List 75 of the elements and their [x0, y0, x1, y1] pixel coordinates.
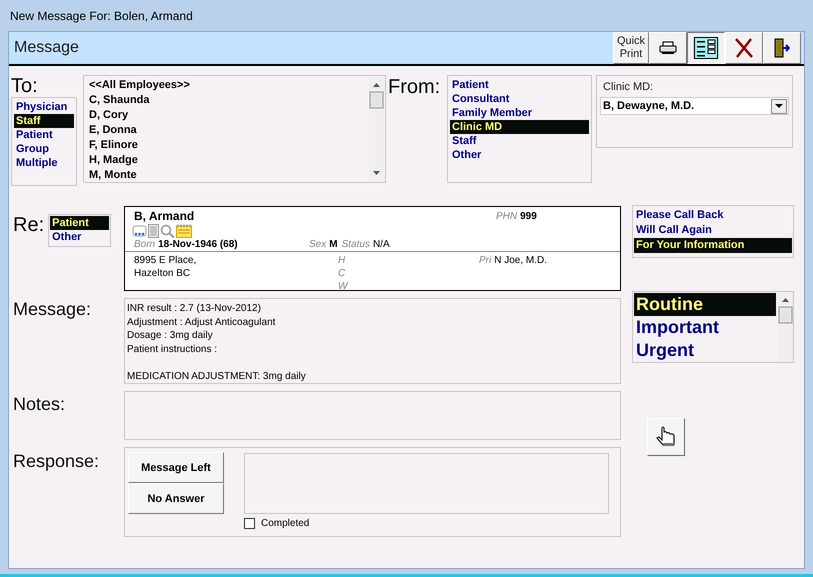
to-label: To:	[11, 75, 39, 97]
list-item[interactable]: Patient	[14, 128, 74, 142]
patient-name: B, Armand	[134, 209, 196, 223]
clinic-md-dropdown[interactable]: B, Dewayne, M.D.	[600, 97, 789, 115]
list-item[interactable]: Consultant	[450, 92, 589, 106]
completed-checkbox[interactable]	[244, 518, 255, 529]
re-label: Re:	[13, 214, 44, 236]
notepad-icon[interactable]	[176, 224, 192, 238]
printer-button[interactable]	[649, 32, 687, 64]
list-item[interactable]: Please Call Back	[634, 208, 792, 223]
phn-label: PHN	[496, 210, 518, 223]
message-text[interactable]: INR result : 2.7 (13-Nov-2012) Adjustment : Adjust Anticoagulant Dosage : 3mg daily Patient instructions : MEDICATION ADJUSTMENT: 3mg daily	[124, 298, 621, 384]
list-item[interactable]: M, Monte	[86, 168, 367, 183]
notes-field[interactable]	[124, 391, 621, 440]
list-item[interactable]: C, Shaunda	[86, 93, 367, 108]
list-item[interactable]: Important	[634, 316, 776, 339]
window-title: New Message For: Bolen, Armand	[10, 8, 193, 22]
pri-value: N Joe, M.D.	[494, 254, 548, 267]
delete-icon	[734, 37, 754, 59]
list-item[interactable]: Other	[50, 230, 110, 244]
list-item[interactable]: For Your Information	[634, 238, 792, 253]
hand-icon	[655, 426, 677, 448]
address-line: 8995 E Place,	[134, 254, 198, 267]
exit-button[interactable]	[763, 32, 801, 64]
document-icon[interactable]	[148, 224, 159, 238]
list-item[interactable]: Staff	[14, 114, 74, 128]
phone-label: W	[338, 280, 350, 293]
search-icon[interactable]	[160, 224, 175, 238]
header-title: Message	[14, 39, 79, 57]
list-item[interactable]: Group	[14, 142, 74, 156]
response-field[interactable]	[244, 453, 609, 514]
list-item[interactable]: Family Member	[450, 106, 589, 120]
list-item[interactable]: E, Donna	[86, 123, 367, 138]
list-item[interactable]: Physician	[14, 100, 74, 114]
delete-button[interactable]	[725, 32, 763, 64]
list-item[interactable]: Clinic MD	[450, 120, 589, 134]
status-value: N/A	[372, 238, 390, 251]
birth-date: 18-Nov-1946 (68)	[158, 238, 238, 251]
list-item[interactable]: Staff	[450, 134, 589, 148]
response-button[interactable]: No Answer	[128, 483, 224, 514]
quick-print-button[interactable]: Quick Print	[613, 32, 649, 64]
completed-label: Completed	[261, 518, 310, 529]
response-button[interactable]: Message Left	[128, 452, 224, 483]
form-icon	[694, 37, 718, 59]
list-item[interactable]: Multiple	[14, 156, 74, 170]
list-item[interactable]: Patient	[450, 78, 589, 92]
list-item[interactable]: H, Madge	[86, 153, 367, 168]
sex-label: Sex	[309, 238, 326, 251]
list-item[interactable]: F, Elinore	[86, 138, 367, 153]
caret-icon	[775, 104, 783, 108]
clinic-md-label: Clinic MD:	[602, 81, 654, 93]
message-label: Message:	[13, 299, 92, 319]
phone-label: H	[338, 254, 346, 267]
list-item[interactable]: Routine	[634, 293, 776, 316]
list-item[interactable]: D, Cory	[86, 108, 367, 123]
form-button[interactable]	[687, 32, 725, 64]
pri-label: Pri	[479, 254, 492, 267]
door-icon	[774, 38, 790, 58]
hand-button[interactable]	[647, 418, 685, 456]
notes-label: Notes:	[13, 394, 66, 414]
phn-value: 999	[520, 210, 537, 223]
sex-value: M	[329, 238, 338, 251]
list-item[interactable]: Other	[450, 148, 589, 162]
response-label: Response:	[13, 451, 100, 471]
born-label: Born	[134, 238, 156, 251]
list-item[interactable]: <<All Employees>>	[86, 78, 367, 93]
status-label: Status	[342, 238, 370, 251]
list-item[interactable]: Urgent	[634, 339, 776, 362]
phone-label: C	[338, 267, 346, 280]
list-item[interactable]: Patient	[50, 216, 110, 230]
address-line: Hazelton BC	[134, 267, 192, 280]
from-label: From:	[388, 76, 440, 98]
printer-icon	[659, 41, 677, 55]
list-item[interactable]: Will Call Again	[634, 223, 792, 238]
chat-icon[interactable]	[132, 224, 147, 236]
